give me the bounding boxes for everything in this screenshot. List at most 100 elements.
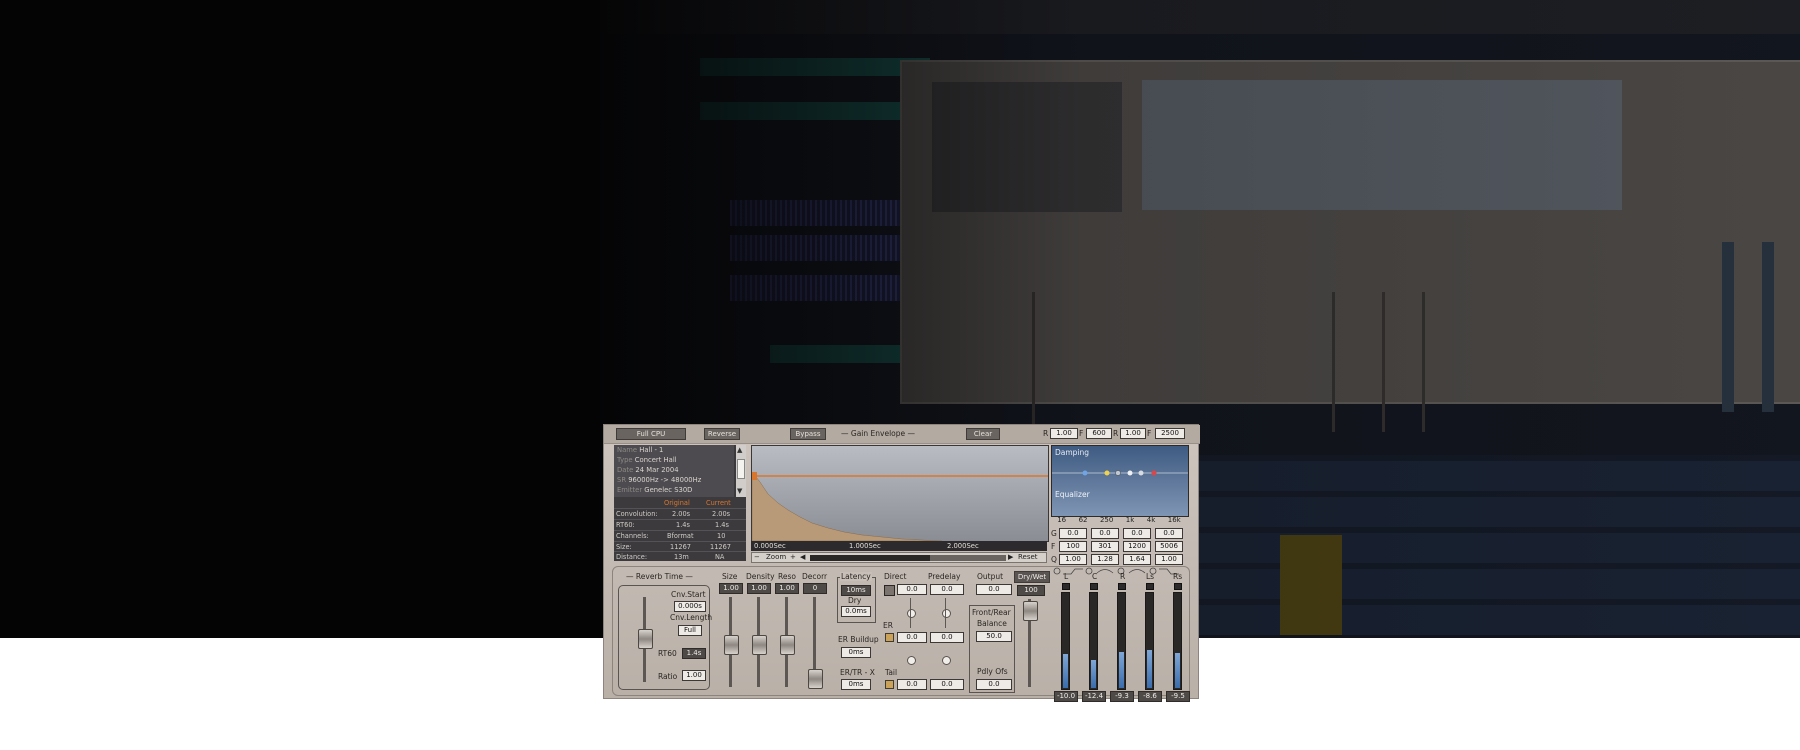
- f-value-2[interactable]: 301: [1091, 541, 1119, 552]
- eq-node-1[interactable]: [1082, 470, 1088, 476]
- g-value-4[interactable]: 0.0: [1155, 528, 1183, 539]
- f2-value[interactable]: 2500: [1155, 428, 1185, 439]
- clear-button[interactable]: Clear: [966, 428, 1000, 440]
- meter-c-bar: [1089, 592, 1098, 690]
- g-value-2[interactable]: 0.0: [1091, 528, 1119, 539]
- meter-r-fill: [1119, 652, 1124, 688]
- zoom-in-icon[interactable]: +: [790, 553, 796, 561]
- size-value[interactable]: 1.00: [719, 583, 743, 594]
- meter-l-clip-led[interactable]: [1062, 583, 1070, 590]
- direct-value[interactable]: 0.0: [897, 584, 927, 595]
- density-fader[interactable]: [752, 635, 767, 655]
- er-toggle[interactable]: [885, 633, 894, 642]
- meter-rs-fill: [1175, 653, 1180, 688]
- meter-r-clip-led[interactable]: [1118, 583, 1126, 590]
- full-cpu-button[interactable]: Full CPU: [616, 428, 686, 440]
- info-scrollbar[interactable]: ▲ ▼: [736, 445, 746, 497]
- decorr-fader[interactable]: [808, 669, 823, 689]
- direct-pan-knob[interactable]: [907, 609, 916, 618]
- er-tr-x-value[interactable]: 0ms: [841, 679, 871, 690]
- eq-node-6[interactable]: [1151, 470, 1157, 476]
- er-buildup-label: ER Buildup: [838, 635, 879, 644]
- balance-value[interactable]: 50.0: [976, 631, 1012, 642]
- zoom-out-icon[interactable]: −: [754, 553, 760, 561]
- eq-node-2[interactable]: [1104, 470, 1110, 476]
- q-value-1[interactable]: 1.00: [1059, 554, 1087, 565]
- tail-value-2[interactable]: 0.0: [930, 679, 964, 690]
- g-value-3[interactable]: 0.0: [1123, 528, 1151, 539]
- freq-label: 62: [1078, 516, 1088, 524]
- reverse-button[interactable]: Reverse: [704, 428, 740, 440]
- direct-link-line: [910, 598, 911, 628]
- meter-rs-clip-led[interactable]: [1174, 583, 1182, 590]
- f-value-3[interactable]: 1200: [1123, 541, 1151, 552]
- meter-rs-value: -9.5: [1166, 691, 1190, 702]
- output-value[interactable]: 0.0: [976, 584, 1012, 595]
- meter-l-value: -10.0: [1054, 691, 1078, 702]
- meter-ls-clip-led[interactable]: [1146, 583, 1154, 590]
- damping-eq-display[interactable]: Damping Equalizer: [1051, 445, 1189, 517]
- dry-wet-value[interactable]: 100: [1017, 585, 1045, 596]
- reso-value[interactable]: 1.00: [775, 583, 799, 594]
- reso-fader[interactable]: [780, 635, 795, 655]
- predelay-pan-knob[interactable]: [942, 609, 951, 618]
- tail-label: Tail: [885, 668, 898, 677]
- f1-value[interactable]: 600: [1086, 428, 1112, 439]
- rt60-value[interactable]: 1.4s: [682, 648, 706, 659]
- horizontal-scrollbar[interactable]: [810, 555, 1006, 561]
- predelay-value[interactable]: 0.0: [930, 584, 964, 595]
- scroll-left-icon[interactable]: ◀: [800, 553, 805, 561]
- scroll-right-icon[interactable]: ▶: [1008, 553, 1013, 561]
- dry-wet-button[interactable]: Dry/Wet: [1014, 571, 1050, 583]
- scroll-thumb[interactable]: [737, 459, 745, 479]
- pdly-ofs-label: Pdly Ofs: [977, 667, 1008, 676]
- eq-node-5[interactable]: [1138, 470, 1144, 476]
- ratio-value[interactable]: 1.00: [682, 670, 706, 681]
- horizontal-scroll-thumb[interactable]: [810, 555, 930, 561]
- eq-node-4[interactable]: [1127, 470, 1133, 476]
- meter-c-clip-led[interactable]: [1090, 583, 1098, 590]
- bypass-button[interactable]: Bypass: [790, 428, 826, 440]
- envelope-handle[interactable]: [752, 472, 757, 480]
- scroll-up-icon[interactable]: ▲: [737, 446, 742, 454]
- latency-value[interactable]: 10ms: [841, 585, 871, 596]
- r1-value[interactable]: 1.00: [1050, 428, 1078, 439]
- r2-value[interactable]: 1.00: [1120, 428, 1146, 439]
- decorr-value[interactable]: 0: [803, 583, 827, 594]
- tail-value-1[interactable]: 0.0: [897, 679, 927, 690]
- cnv-length-value[interactable]: Full: [678, 625, 702, 636]
- density-value[interactable]: 1.00: [747, 583, 771, 594]
- reverb-time-fader[interactable]: [638, 629, 653, 649]
- scroll-down-icon[interactable]: ▼: [737, 487, 742, 495]
- freq-label: 250: [1099, 516, 1114, 524]
- er-pan-knob[interactable]: [907, 656, 916, 665]
- impulse-response-graph[interactable]: [751, 445, 1049, 542]
- reset-button[interactable]: Reset: [1018, 553, 1038, 561]
- er-value-1[interactable]: 0.0: [897, 632, 927, 643]
- rt60-label: RT60: [658, 649, 677, 658]
- density-label: Density: [746, 572, 775, 581]
- direct-toggle[interactable]: [884, 585, 895, 596]
- meter-c-fill: [1091, 660, 1096, 688]
- dry-wet-fader[interactable]: [1023, 601, 1038, 621]
- dry-value[interactable]: 0.0ms: [841, 606, 871, 617]
- er-buildup-value[interactable]: 0ms: [841, 647, 871, 658]
- er-value-2[interactable]: 0.0: [930, 632, 964, 643]
- tail-toggle[interactable]: [885, 680, 894, 689]
- f-value-1[interactable]: 100: [1059, 541, 1087, 552]
- freq-label: 4k: [1146, 516, 1156, 524]
- q-value-3[interactable]: 1.64: [1123, 554, 1151, 565]
- g-value-1[interactable]: 0.0: [1059, 528, 1087, 539]
- reverb-time-title: — Reverb Time —: [626, 572, 693, 581]
- size-fader[interactable]: [724, 635, 739, 655]
- er-predelay-knob[interactable]: [942, 656, 951, 665]
- freq-label: 16k: [1167, 516, 1181, 524]
- q-value-2[interactable]: 1.28: [1091, 554, 1119, 565]
- eq-freq-row: F 100 301 1200 5006: [1051, 541, 1187, 552]
- pdly-ofs-value[interactable]: 0.0: [976, 679, 1012, 690]
- cnv-start-value[interactable]: 0.000s: [674, 601, 706, 612]
- eq-node-3[interactable]: [1115, 470, 1121, 476]
- f-value-4[interactable]: 5006: [1155, 541, 1183, 552]
- q-value-4[interactable]: 1.00: [1155, 554, 1183, 565]
- time-tick-0: 0.000Sec: [754, 542, 786, 550]
